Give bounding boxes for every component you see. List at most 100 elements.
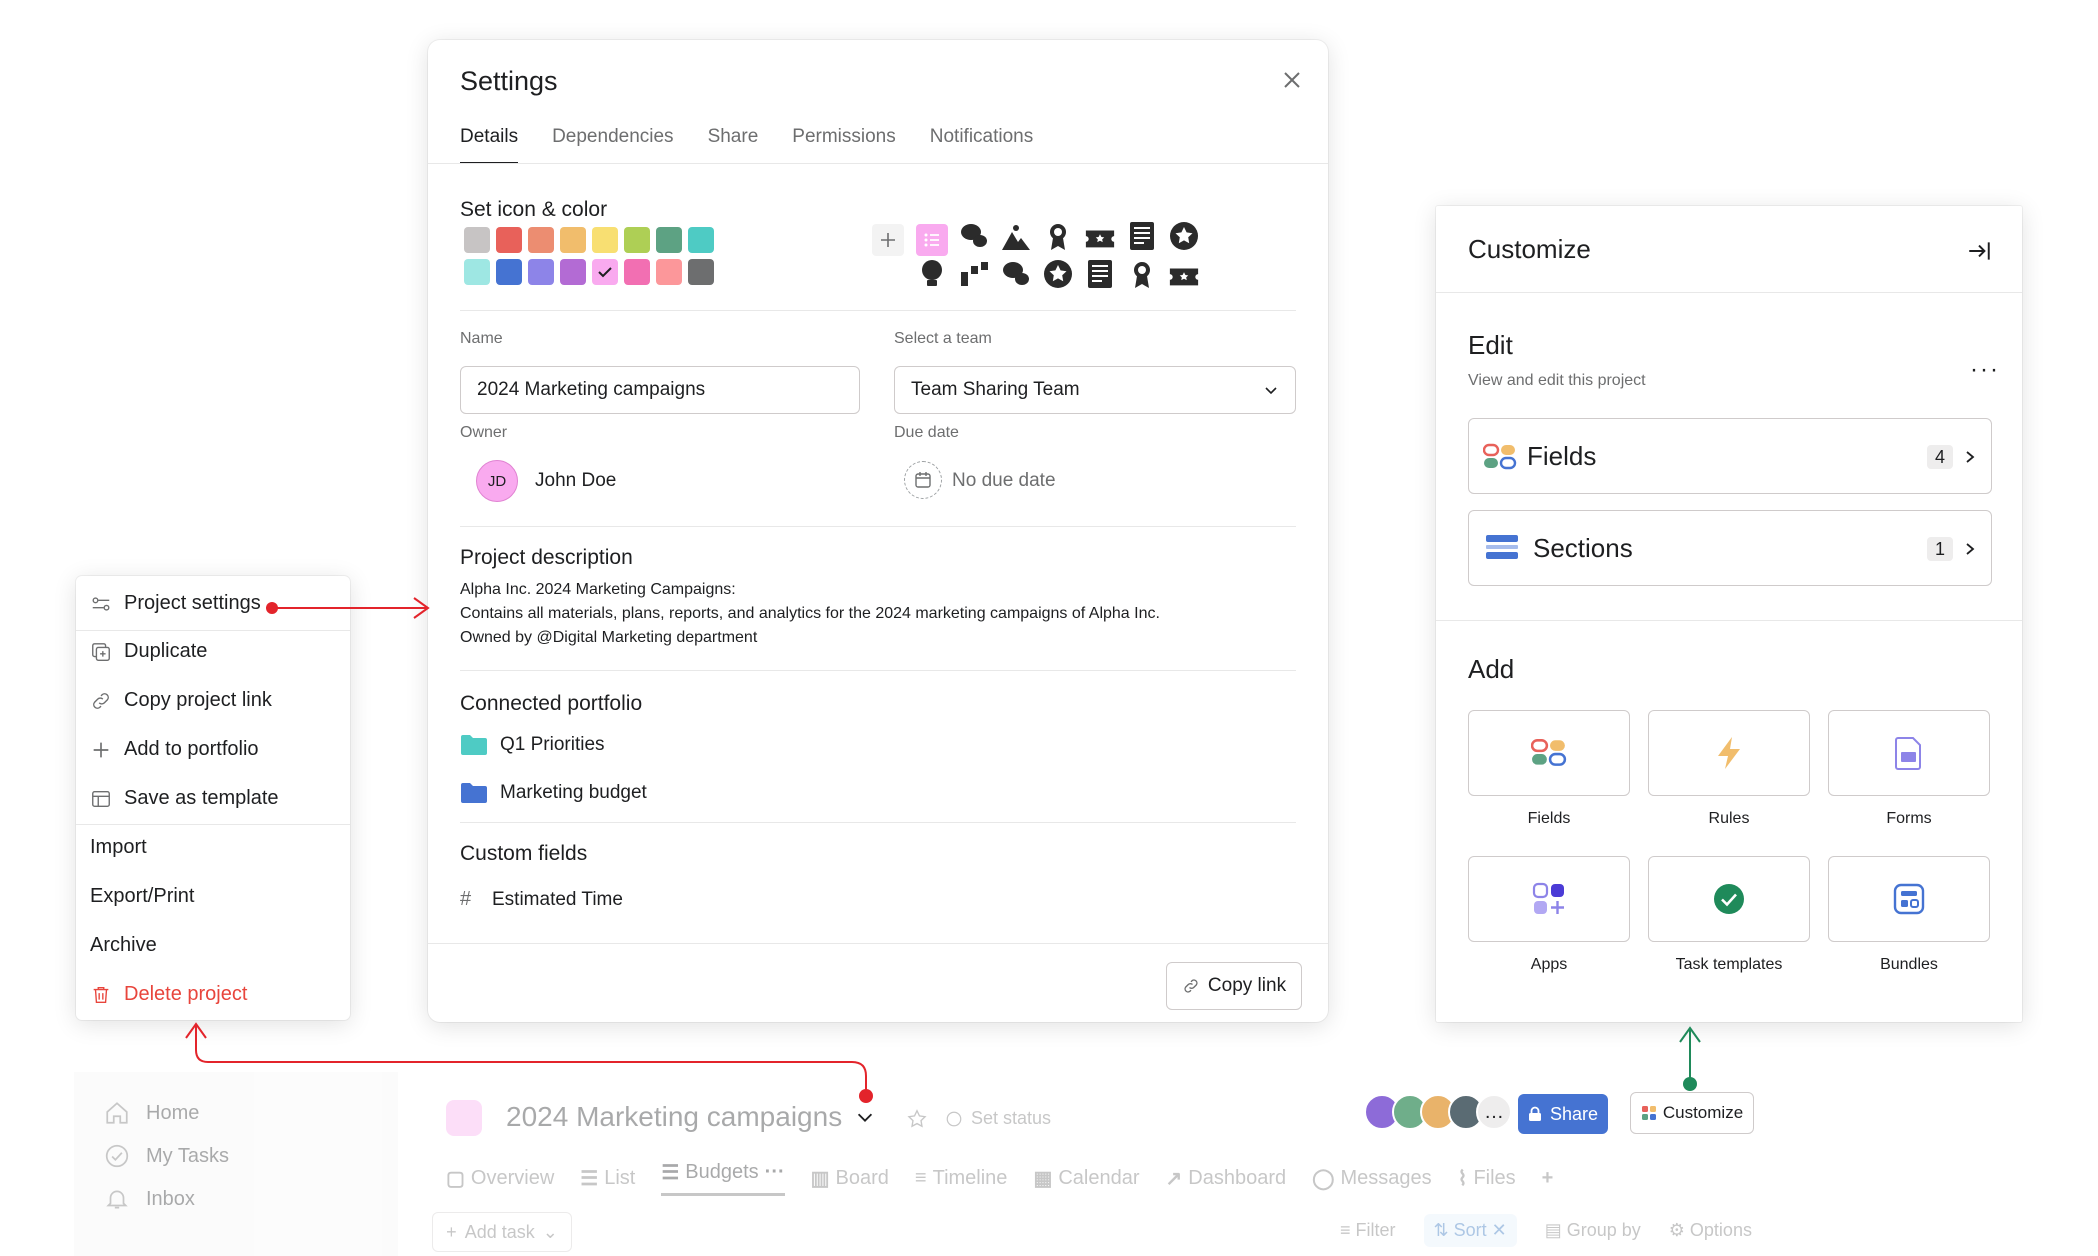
link-icon xyxy=(1184,979,1198,993)
sidebar-item-inbox[interactable]: Inbox xyxy=(104,1186,195,1212)
customize-button[interactable]: Customize xyxy=(1630,1092,1754,1134)
color-swatch[interactable] xyxy=(560,259,586,285)
color-swatch[interactable] xyxy=(592,227,618,253)
star-badge-icon[interactable] xyxy=(1042,258,1074,290)
custom-field-item[interactable]: # Estimated Time xyxy=(460,888,623,911)
ticket-icon[interactable] xyxy=(1084,222,1116,254)
newspaper-icon[interactable] xyxy=(1084,258,1116,290)
add-fields-tile[interactable] xyxy=(1468,710,1630,796)
add-rules-tile[interactable] xyxy=(1648,710,1810,796)
speech-bubbles-icon[interactable] xyxy=(1000,258,1032,290)
color-swatch[interactable] xyxy=(656,259,682,285)
color-swatch[interactable] xyxy=(624,227,650,253)
tab-files[interactable]: ⌇ Files xyxy=(1458,1160,1516,1196)
member-avatars[interactable]: … xyxy=(1364,1094,1512,1130)
tab-permissions[interactable]: Permissions xyxy=(792,126,895,164)
menu-item-save-as-template[interactable]: Save as template xyxy=(90,787,279,810)
group-by-button[interactable]: ▤ Group by xyxy=(1545,1220,1641,1247)
sort-button[interactable]: ⇅ Sort ✕ xyxy=(1423,1214,1517,1247)
team-select[interactable]: Team Sharing Team xyxy=(894,366,1296,414)
tab-list[interactable]: ☰ List xyxy=(580,1160,635,1196)
portfolio-item[interactable]: Q1 Priorities xyxy=(460,734,605,756)
tab-notifications[interactable]: Notifications xyxy=(930,126,1034,164)
add-task-button[interactable]: + Add task ⌄ xyxy=(432,1212,572,1252)
color-swatch[interactable] xyxy=(656,227,682,253)
add-icon-button[interactable] xyxy=(872,224,904,256)
close-icon[interactable] xyxy=(1280,68,1304,92)
collapse-panel-icon[interactable] xyxy=(1966,238,1992,264)
menu-item-import[interactable]: Import xyxy=(90,836,147,859)
sections-row[interactable]: Sections 1 xyxy=(1468,510,1992,586)
project-title[interactable]: 2024 Marketing campaigns xyxy=(506,1101,842,1133)
color-swatch[interactable] xyxy=(464,259,490,285)
custom-fields-heading: Custom fields xyxy=(460,842,588,865)
project-menu-chevron-icon[interactable] xyxy=(854,1106,876,1128)
add-forms-tile[interactable] xyxy=(1828,710,1990,796)
mountain-icon[interactable] xyxy=(1000,222,1032,254)
menu-item-project-settings[interactable]: Project settings xyxy=(90,592,261,615)
tab-calendar[interactable]: ▦ Calendar xyxy=(1033,1160,1139,1196)
chevron-down-icon[interactable]: ⌄ xyxy=(543,1222,558,1243)
more-members-icon[interactable]: … xyxy=(1476,1094,1512,1130)
description-line[interactable]: Alpha Inc. 2024 Marketing Campaigns: xyxy=(460,581,736,599)
color-swatch[interactable] xyxy=(464,227,490,253)
color-swatch[interactable] xyxy=(496,227,522,253)
add-tile-label: Forms xyxy=(1886,810,1932,827)
owner-name[interactable]: John Doe xyxy=(535,470,616,492)
menu-item-archive[interactable]: Archive xyxy=(90,934,157,957)
menu-item-add-to-portfolio[interactable]: Add to portfolio xyxy=(90,738,259,761)
portfolio-item[interactable]: Marketing budget xyxy=(460,782,647,804)
speech-bubbles-icon[interactable] xyxy=(958,220,990,252)
color-swatch[interactable] xyxy=(688,227,714,253)
filter-button[interactable]: ≡ Filter xyxy=(1340,1220,1396,1247)
fields-row[interactable]: Fields 4 xyxy=(1468,418,1992,494)
ticket-icon[interactable] xyxy=(1168,260,1200,292)
star-badge-icon[interactable] xyxy=(1168,220,1200,252)
add-apps-tile[interactable] xyxy=(1468,856,1630,942)
bar-blocks-icon[interactable] xyxy=(958,258,990,290)
project-name-input[interactable]: 2024 Marketing campaigns xyxy=(460,366,860,414)
color-swatch[interactable] xyxy=(528,227,554,253)
options-button[interactable]: ⚙ Options xyxy=(1669,1220,1752,1247)
description-line[interactable]: Owned by @Digital Marketing department xyxy=(460,629,757,647)
owner-avatar[interactable]: JD xyxy=(476,460,518,502)
color-swatch[interactable] xyxy=(624,259,650,285)
tab-dependencies[interactable]: Dependencies xyxy=(552,126,673,164)
set-status-button[interactable]: Set status xyxy=(945,1108,1051,1129)
newspaper-icon[interactable] xyxy=(1126,220,1158,252)
star-icon[interactable] xyxy=(906,1108,928,1130)
add-task-templates-tile[interactable] xyxy=(1648,856,1810,942)
color-swatch[interactable] xyxy=(688,259,714,285)
tab-budgets[interactable]: ☰ Budgets ··· xyxy=(661,1160,785,1196)
more-options-icon[interactable]: ··· xyxy=(1970,356,2000,384)
color-swatch[interactable] xyxy=(592,259,618,285)
due-date-button[interactable] xyxy=(904,461,942,499)
tab-board[interactable]: ▥ Board xyxy=(811,1160,889,1196)
tab-timeline[interactable]: ≡ Timeline xyxy=(915,1160,1008,1196)
menu-item-copy-project-link[interactable]: Copy project link xyxy=(90,689,272,712)
color-swatch[interactable] xyxy=(496,259,522,285)
copy-link-button[interactable]: Copy link xyxy=(1166,962,1302,1010)
color-swatch[interactable] xyxy=(560,227,586,253)
sidebar-item-home[interactable]: Home xyxy=(104,1100,199,1126)
sidebar-item-my-tasks[interactable]: My Tasks xyxy=(104,1143,229,1169)
add-tab-button[interactable]: + xyxy=(1542,1160,1554,1196)
share-button[interactable]: Share xyxy=(1518,1094,1608,1134)
menu-item-delete-project[interactable]: Delete project xyxy=(90,983,247,1006)
more-icon[interactable]: ··· xyxy=(765,1161,785,1184)
ribbon-award-icon[interactable] xyxy=(1126,258,1158,290)
tab-messages[interactable]: ◯ Messages xyxy=(1312,1160,1432,1196)
color-swatch[interactable] xyxy=(528,259,554,285)
description-line[interactable]: Contains all materials, plans, reports, … xyxy=(460,605,1160,623)
lightbulb-icon[interactable] xyxy=(916,258,948,290)
menu-item-export-print[interactable]: Export/Print xyxy=(90,885,194,908)
list-icon-option-selected[interactable] xyxy=(916,224,948,256)
tab-overview[interactable]: ▢ Overview xyxy=(446,1160,554,1196)
menu-item-duplicate[interactable]: Duplicate xyxy=(90,640,207,663)
ribbon-award-icon[interactable] xyxy=(1042,220,1074,252)
due-date-value[interactable]: No due date xyxy=(952,470,1056,492)
tab-share[interactable]: Share xyxy=(708,126,759,164)
tab-details[interactable]: Details xyxy=(460,126,519,164)
tab-dashboard[interactable]: ↗ Dashboard xyxy=(1166,1160,1287,1196)
add-bundles-tile[interactable] xyxy=(1828,856,1990,942)
